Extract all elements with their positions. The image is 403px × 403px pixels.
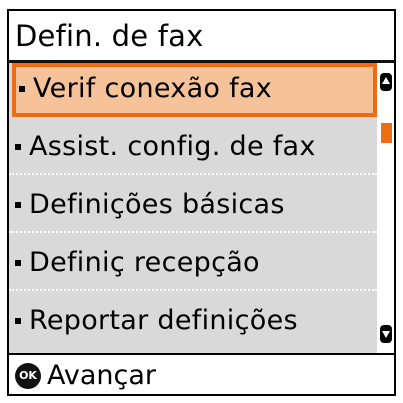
bullet-icon <box>19 86 25 92</box>
menu-item-label: Definições básicas <box>29 189 285 220</box>
menu-item-label: Definiç recepção <box>29 247 260 278</box>
menu-list: Verif conexão fax Assist. config. de fax… <box>9 63 377 353</box>
bullet-icon <box>15 202 21 208</box>
ok-button-icon[interactable]: OK <box>15 363 41 389</box>
scroll-thumb[interactable] <box>381 123 392 143</box>
menu-item-label: Assist. config. de fax <box>29 131 316 162</box>
menu-item-label: Verif conexão fax <box>33 73 273 104</box>
scroll-down-arrow-icon[interactable] <box>380 325 392 343</box>
scrollbar[interactable] <box>377 63 394 353</box>
menu-item-label: Reportar definições <box>29 305 298 336</box>
printer-lcd-screen: Defin. de fax Verif conexão fax Assist. … <box>7 9 396 396</box>
menu-item-assist-config-fax[interactable]: Assist. config. de fax <box>9 121 377 175</box>
menu-item-reportar-definicoes[interactable]: Reportar definições <box>9 295 377 349</box>
bullet-icon <box>15 318 21 324</box>
bullet-icon <box>15 144 21 150</box>
proceed-label: Avançar <box>47 360 157 391</box>
screen-footer: OK Avançar <box>9 353 394 394</box>
screen-header: Defin. de fax <box>9 11 394 63</box>
screen-title: Defin. de fax <box>15 19 204 53</box>
menu-item-definic-recepcao[interactable]: Definiç recepção <box>9 237 377 291</box>
menu-item-verif-conexao-fax[interactable]: Verif conexão fax <box>12 63 377 117</box>
scroll-up-arrow-icon[interactable] <box>380 73 392 91</box>
bullet-icon <box>15 260 21 266</box>
menu-item-definicoes-basicas[interactable]: Definições básicas <box>9 179 377 233</box>
